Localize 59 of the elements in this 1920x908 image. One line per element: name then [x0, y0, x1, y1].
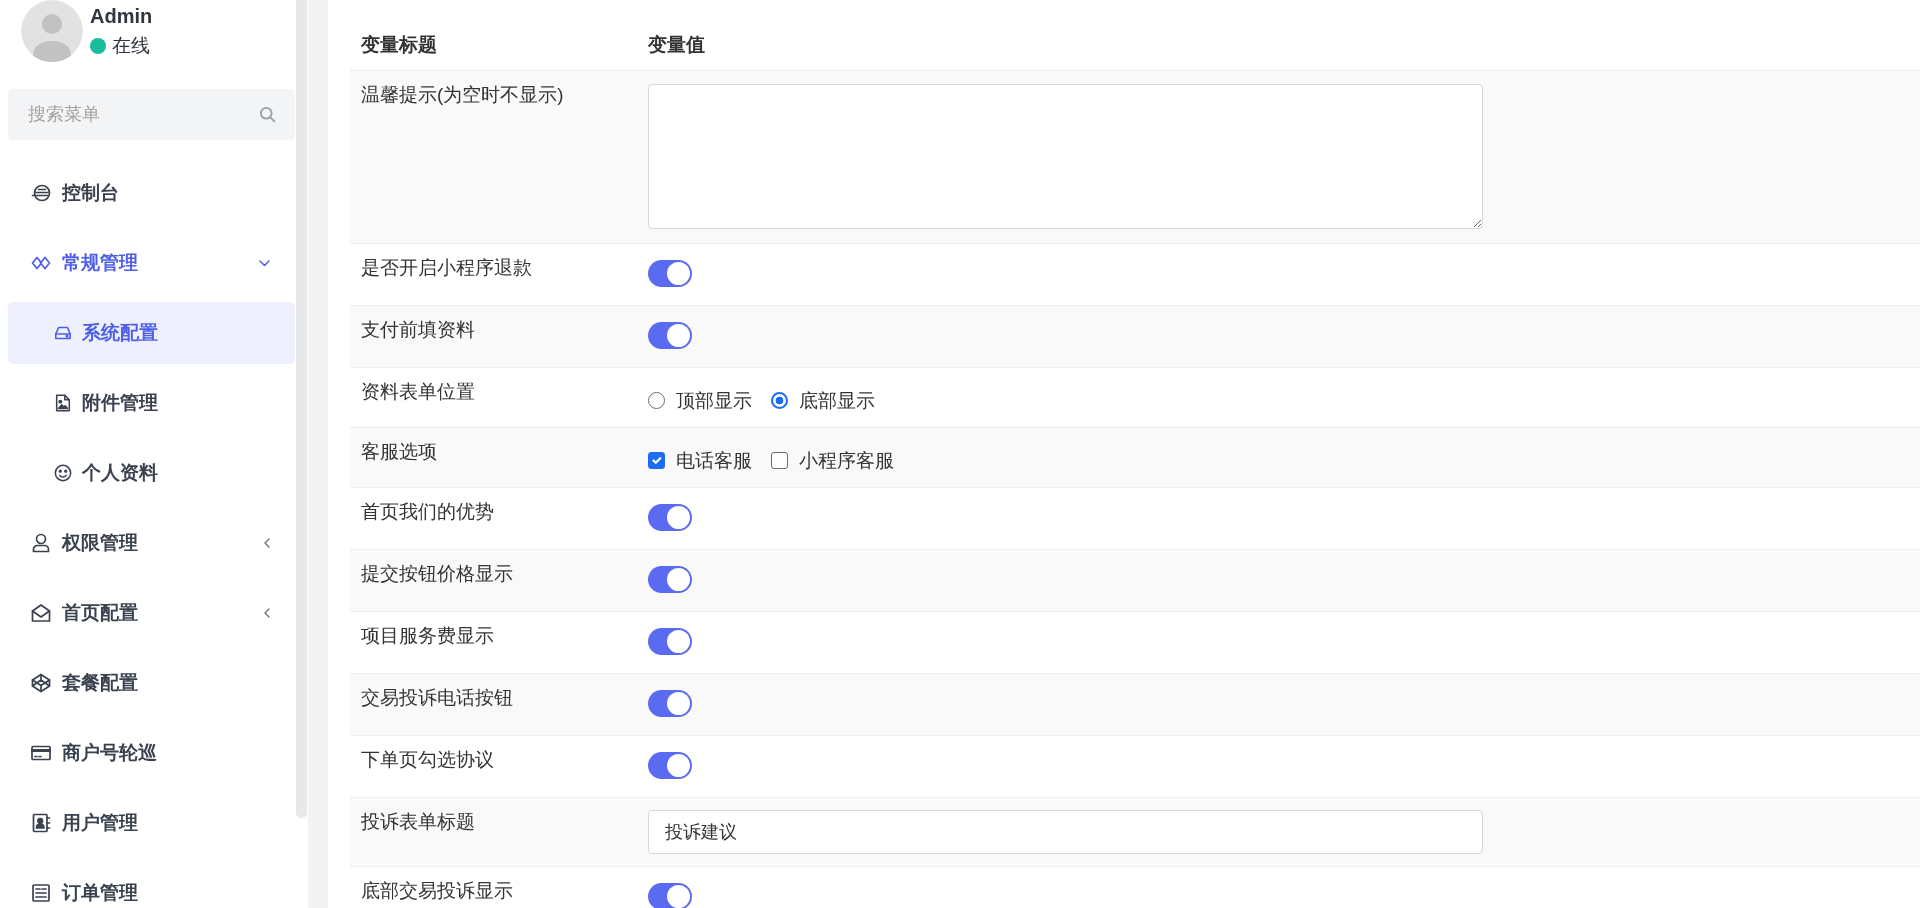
text-area-field[interactable] [648, 83, 1483, 229]
toggle-switch[interactable] [648, 689, 692, 717]
checkbox[interactable] [648, 452, 665, 469]
option-label[interactable]: 电话客服 [676, 448, 752, 473]
setting-label: 温馨提示(为空时不显示) [350, 70, 637, 243]
image-file-icon [54, 394, 72, 412]
radio-button[interactable] [771, 392, 788, 409]
option-label[interactable]: 顶部显示 [676, 388, 752, 413]
checkbox[interactable] [771, 452, 788, 469]
toggle-switch[interactable] [648, 503, 692, 531]
toggle-switch[interactable] [648, 882, 692, 908]
user-icon [31, 533, 51, 553]
user-status: 在线 [112, 34, 150, 58]
setting-label: 交易投诉电话按钮 [350, 673, 637, 735]
setting-label: 提交按钮价格显示 [350, 549, 637, 611]
contact-book-icon [31, 813, 51, 833]
avatar-icon [21, 0, 83, 62]
smiley-icon [54, 464, 72, 482]
setting-label: 客服选项 [350, 427, 637, 487]
cube-icon [31, 673, 51, 693]
menu-item[interactable]: 权限管理 [8, 512, 295, 574]
credit-card-icon [31, 743, 51, 763]
menu-item[interactable]: 套餐配置 [8, 652, 295, 714]
menu-item[interactable]: 商户号轮巡 [8, 722, 295, 784]
menu-item[interactable]: 订单管理 [8, 862, 295, 908]
setting-label: 项目服务费显示 [350, 611, 637, 673]
menu-item[interactable]: 系统配置 [8, 302, 295, 364]
text-input-field[interactable]: 投诉建议 [648, 809, 1483, 854]
striped-circle-icon [31, 183, 51, 203]
menu-item[interactable]: 用户管理 [8, 792, 295, 854]
list-sheet-icon [31, 883, 51, 903]
toggle-switch[interactable] [648, 321, 692, 349]
setting-label: 底部交易投诉显示 [350, 866, 637, 908]
radio-button[interactable] [648, 392, 665, 409]
column-header: 变量标题 [350, 20, 637, 70]
setting-label: 首页我们的优势 [350, 487, 637, 549]
setting-label: 是否开启小程序退款 [350, 243, 637, 305]
option-label[interactable]: 小程序客服 [799, 448, 894, 473]
setting-label: 资料表单位置 [350, 367, 637, 427]
toggle-switch[interactable] [648, 751, 692, 779]
menu-item[interactable]: 常规管理 [8, 232, 295, 294]
toggle-switch[interactable] [648, 627, 692, 655]
drive-icon [54, 324, 72, 342]
option-label[interactable]: 底部显示 [799, 388, 875, 413]
user-name: Admin [90, 4, 153, 29]
search-field[interactable]: 搜索菜单 [8, 89, 295, 140]
menu-item[interactable]: 控制台 [8, 162, 295, 224]
toggle-switch[interactable] [648, 565, 692, 593]
setting-label: 支付前填资料 [350, 305, 637, 367]
setting-label: 下单页勾选协议 [350, 735, 637, 797]
menu-item[interactable]: 个人资料 [8, 442, 295, 504]
menu-item[interactable]: 附件管理 [8, 372, 295, 434]
column-header: 变量值 [637, 20, 1920, 70]
toggle-switch[interactable] [648, 259, 692, 287]
envelope-icon [31, 603, 51, 623]
menu-item[interactable]: 首页配置 [8, 582, 295, 644]
search-icon [259, 106, 276, 123]
setting-label: 投诉表单标题 [350, 797, 637, 866]
search-input[interactable]: 搜索菜单 [28, 94, 251, 135]
